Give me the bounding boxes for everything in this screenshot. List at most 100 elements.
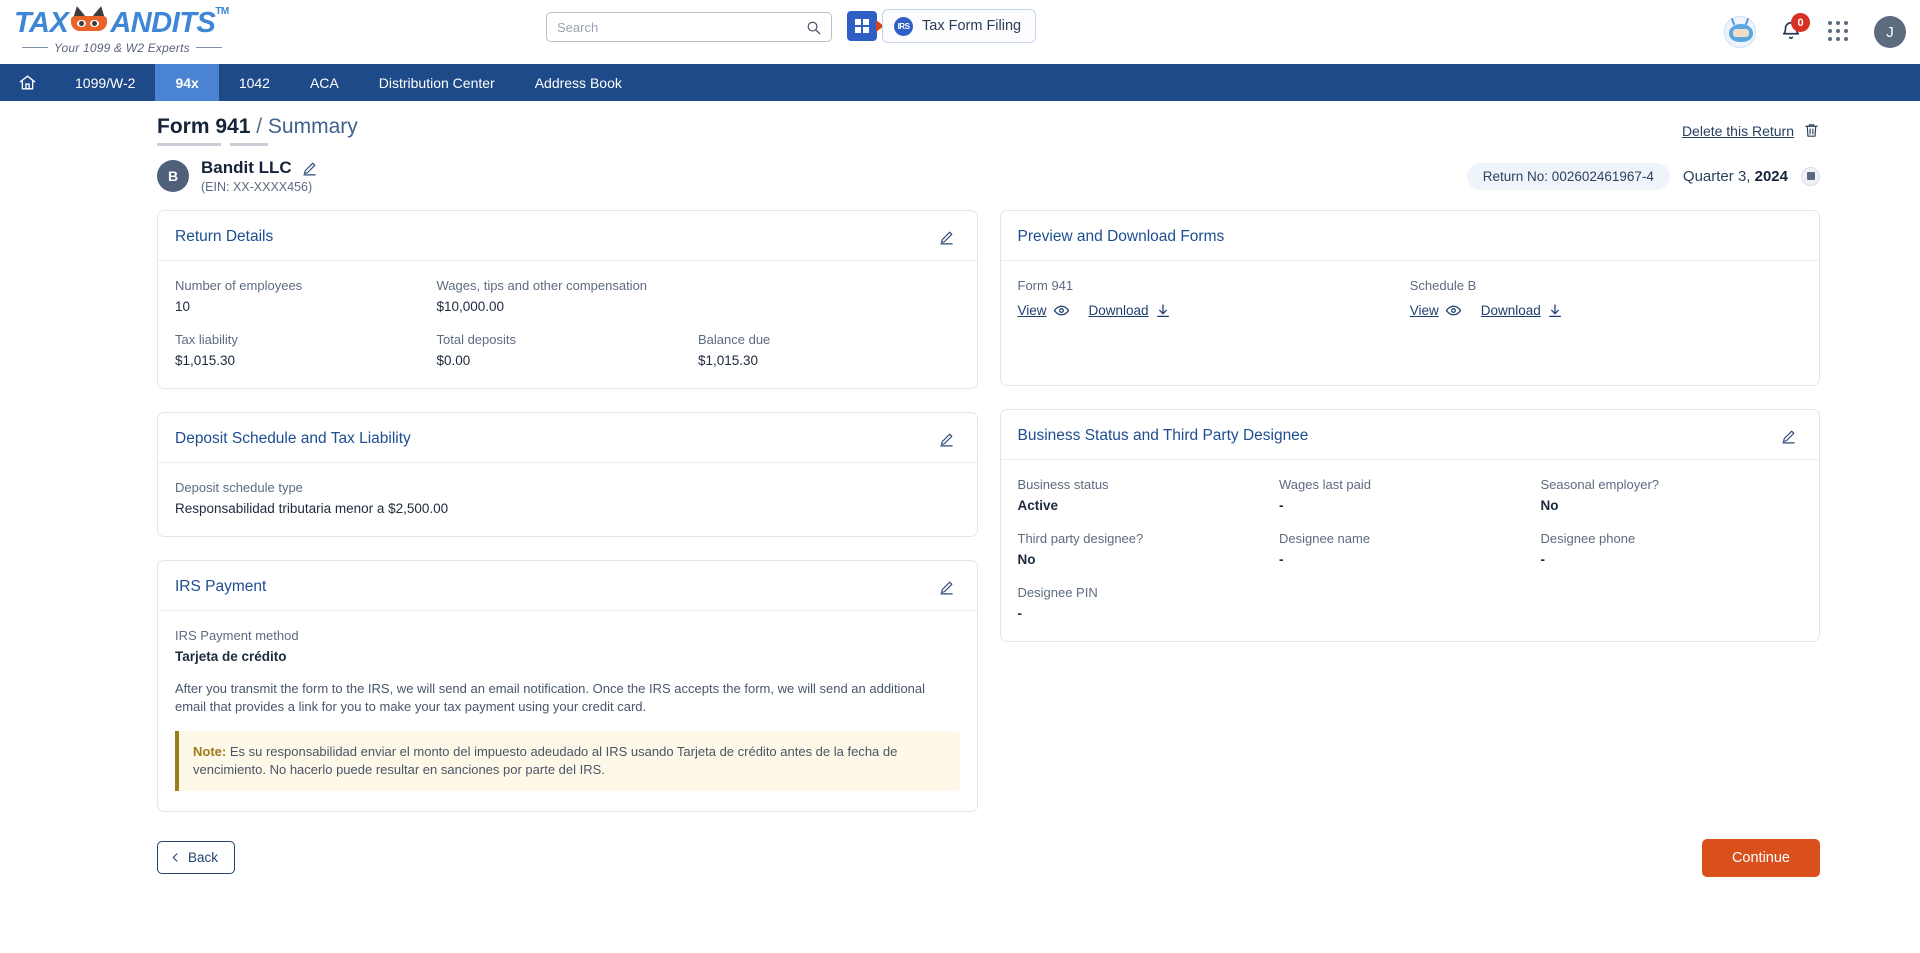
trash-icon bbox=[1805, 124, 1818, 137]
irs-seal-icon: IRS bbox=[894, 16, 913, 36]
app-switcher-button[interactable] bbox=[847, 11, 884, 41]
field-value: $1,015.30 bbox=[175, 353, 236, 368]
search-box[interactable] bbox=[546, 12, 832, 42]
nav-item-address-book[interactable]: Address Book bbox=[515, 64, 642, 101]
apps-grid-icon bbox=[855, 19, 869, 33]
field-designee-phone: Designee phone - bbox=[1541, 531, 1803, 567]
return-details-grid: Number of employees 10 Wages, tips and o… bbox=[175, 278, 960, 368]
field-total-deposits: Total deposits $0.00 bbox=[437, 332, 699, 368]
business-identity: B Bandit LLC (EIN: XX-XXXX456) bbox=[157, 158, 318, 194]
preview-schedule-b: Schedule B View Download bbox=[1410, 278, 1802, 319]
business-avatar: B bbox=[157, 160, 189, 192]
user-avatar[interactable]: J bbox=[1874, 16, 1906, 48]
edit-business-status-icon[interactable] bbox=[1780, 428, 1797, 445]
logo-wordmark: TAX ANDITS TM bbox=[14, 4, 250, 39]
irs-payment-body: IRS Payment method Tarjeta de crédito Af… bbox=[158, 611, 977, 811]
field-label: Designee phone bbox=[1540, 531, 1636, 546]
preview-download-title: Preview and Download Forms bbox=[1017, 228, 1225, 245]
note-text: Es su responsabilidad enviar el monto de… bbox=[193, 744, 898, 778]
preview-form-941: Form 941 View Download bbox=[1018, 278, 1410, 319]
field-value: - bbox=[1279, 552, 1284, 567]
field-label: Third party designee? bbox=[1017, 531, 1144, 546]
apps-menu-button[interactable] bbox=[1828, 21, 1850, 43]
field-label: Wages last paid bbox=[1279, 477, 1372, 492]
field-label: Designee name bbox=[1279, 531, 1371, 546]
deposit-schedule-title: Deposit Schedule and Tax Liability bbox=[175, 430, 411, 447]
business-status-card: Business Status and Third Party Designee… bbox=[999, 409, 1820, 642]
tax-form-filing-label: Tax Form Filing bbox=[922, 18, 1022, 34]
view-form-941-button[interactable]: View bbox=[1018, 302, 1070, 319]
return-details-header: Return Details bbox=[158, 211, 977, 261]
eye-icon bbox=[1053, 305, 1069, 316]
logo-text-tax: TAX bbox=[14, 6, 69, 39]
nav-item-1099-w2[interactable]: 1099/W-2 bbox=[55, 64, 155, 101]
breadcrumb-separator: / bbox=[256, 115, 263, 138]
field-wages-tips: Wages, tips and other compensation $10,0… bbox=[437, 278, 699, 314]
bandit-mask-icon bbox=[69, 4, 109, 32]
page-content: Form 941 / Summary Delete this Return B … bbox=[0, 101, 1920, 953]
field-third-party-designee: Third party designee? No bbox=[1018, 531, 1280, 567]
search-icon[interactable] bbox=[806, 20, 821, 35]
continue-button[interactable]: Continue bbox=[1701, 838, 1820, 877]
field-label: Seasonal employer? bbox=[1540, 477, 1660, 492]
irs-payment-method-label: IRS Payment method bbox=[175, 628, 299, 643]
notification-badge: 0 bbox=[1791, 13, 1810, 32]
download-schedule-b-button[interactable]: Download bbox=[1481, 303, 1563, 319]
field-label: Total deposits bbox=[436, 332, 517, 347]
quarter-indicator-icon bbox=[1801, 166, 1820, 186]
edit-return-details-icon[interactable] bbox=[938, 229, 955, 246]
field-value: 10 bbox=[175, 299, 191, 314]
nav-item-home[interactable] bbox=[0, 64, 55, 101]
field-label: Balance due bbox=[698, 332, 771, 347]
view-schedule-b-button[interactable]: View bbox=[1410, 302, 1462, 319]
edit-deposit-schedule-icon[interactable] bbox=[938, 431, 955, 448]
breadcrumb-underline-1 bbox=[157, 143, 221, 146]
business-status-grid: Business status Active Wages last paid -… bbox=[1018, 477, 1803, 621]
deposit-schedule-card: Deposit Schedule and Tax Liability Depos… bbox=[157, 412, 978, 537]
download-label: Download bbox=[1088, 303, 1149, 318]
nav-item-1042[interactable]: 1042 bbox=[219, 64, 290, 101]
field-wages-last-paid: Wages last paid - bbox=[1279, 477, 1541, 513]
back-label: Back bbox=[188, 850, 219, 866]
breadcrumb-row: Form 941 / Summary Delete this Return bbox=[0, 101, 1920, 146]
quarter-prefix: Quarter 3, bbox=[1682, 167, 1755, 185]
logo-text-andits: ANDITS bbox=[110, 6, 216, 39]
preview-download-grid: Form 941 View Download Schedule B View D… bbox=[1018, 278, 1803, 319]
field-label: Wages, tips and other compensation bbox=[436, 278, 648, 293]
field-value: - bbox=[1017, 606, 1023, 621]
back-button[interactable]: Back bbox=[157, 841, 236, 875]
breadcrumb-underline-2 bbox=[230, 143, 268, 146]
field-label: Tax liability bbox=[175, 332, 238, 347]
logo-trademark: TM bbox=[215, 5, 229, 17]
nav-item-distribution-center[interactable]: Distribution Center bbox=[359, 64, 515, 101]
field-label: Designee PIN bbox=[1017, 585, 1098, 600]
field-number-of-employees: Number of employees 10 bbox=[175, 278, 437, 314]
nav-item-aca[interactable]: ACA bbox=[290, 64, 359, 101]
return-number-badge: Return No: 002602461967-4 bbox=[1466, 162, 1670, 190]
field-seasonal-employer: Seasonal employer? No bbox=[1541, 477, 1803, 513]
notifications-button[interactable]: 0 bbox=[1780, 13, 1810, 44]
breadcrumb-page: Summary bbox=[267, 115, 358, 138]
edit-irs-payment-icon[interactable] bbox=[938, 579, 955, 596]
chatbot-icon[interactable] bbox=[1724, 16, 1756, 48]
business-row: B Bandit LLC (EIN: XX-XXXX456) Return No… bbox=[0, 146, 1920, 194]
schedule-b-actions: View Download bbox=[1410, 302, 1802, 319]
irs-payment-description: After you transmit the form to the IRS, … bbox=[175, 681, 926, 714]
tax-form-filing-button[interactable]: IRS Tax Form Filing bbox=[882, 9, 1037, 43]
search-input[interactable] bbox=[557, 19, 806, 35]
download-form-941-button[interactable]: Download bbox=[1089, 303, 1171, 319]
deposit-schedule-type-label: Deposit schedule type bbox=[175, 480, 303, 495]
preview-download-body: Form 941 View Download Schedule B View D… bbox=[1001, 261, 1820, 385]
breadcrumb: Form 941 / Summary bbox=[157, 115, 358, 146]
delete-return-button[interactable]: Delete this Return bbox=[1682, 122, 1820, 139]
business-name: Bandit LLC bbox=[201, 158, 292, 177]
download-icon bbox=[1156, 303, 1169, 317]
field-tax-liability: Tax liability $1,015.30 bbox=[175, 332, 437, 368]
breadcrumb-form: Form 941 bbox=[157, 115, 251, 138]
business-status-title: Business Status and Third Party Designee bbox=[1017, 427, 1309, 444]
app-logo[interactable]: TAX ANDITS TM Your 1099 & W2 Experts bbox=[0, 4, 250, 55]
deposit-schedule-type-value: Responsabilidad tributaria menor a $2,50… bbox=[175, 501, 449, 516]
right-column: Preview and Download Forms Form 941 View bbox=[999, 210, 1820, 642]
edit-business-icon[interactable] bbox=[301, 160, 318, 177]
nav-item-94x[interactable]: 94x bbox=[155, 64, 219, 101]
